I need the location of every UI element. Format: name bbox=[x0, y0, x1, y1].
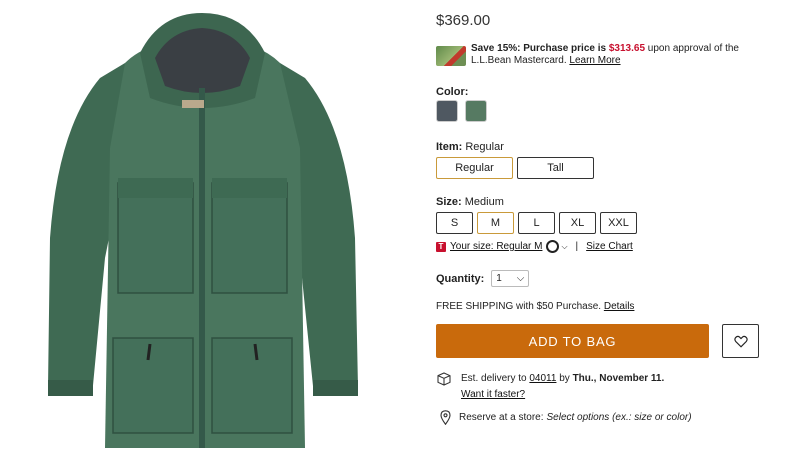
size-option-m[interactable]: M bbox=[477, 212, 514, 234]
color-swatch-gray[interactable] bbox=[436, 100, 458, 122]
delivery-prefix: Est. delivery to bbox=[461, 373, 527, 384]
wishlist-button[interactable] bbox=[722, 324, 759, 358]
want-it-faster-link[interactable]: Want it faster? bbox=[461, 387, 664, 403]
add-to-bag-button[interactable]: ADD TO BAG bbox=[436, 324, 709, 358]
item-label-text: Item: bbox=[436, 141, 463, 153]
heart-icon bbox=[733, 335, 748, 348]
item-options: Regular Tall bbox=[436, 157, 598, 179]
credit-card-promo: Save 15%: Purchase price is $313.65 upon… bbox=[436, 43, 751, 67]
item-option-regular[interactable]: Regular bbox=[436, 157, 513, 179]
your-size-row: T Your size: Regular M ⌵ | Size Chart bbox=[436, 240, 633, 253]
quantity-value: 1 bbox=[496, 273, 502, 284]
color-label: Color: bbox=[436, 86, 468, 98]
item-label: Item: Regular bbox=[436, 141, 504, 153]
shipping-details-link[interactable]: Details bbox=[604, 301, 635, 312]
size-options: S M L XL XXL bbox=[436, 212, 641, 234]
promo-discount-price: $313.65 bbox=[608, 43, 646, 54]
reserve-hint: Select options (ex.: size or color) bbox=[546, 412, 692, 423]
price: $369.00 bbox=[436, 12, 491, 29]
size-option-l[interactable]: L bbox=[518, 212, 555, 234]
quantity-row: Quantity: 1 ⌵ bbox=[436, 270, 530, 287]
shipping-text: FREE SHIPPING with $50 Purchase. bbox=[436, 301, 602, 312]
chevron-down-icon[interactable]: ⌵ bbox=[561, 242, 567, 252]
credit-card-icon bbox=[436, 46, 466, 66]
quantity-select[interactable]: 1 ⌵ bbox=[491, 270, 530, 287]
divider: | bbox=[575, 241, 579, 252]
size-chart-link[interactable]: Size Chart bbox=[586, 241, 633, 252]
your-size-link[interactable]: Your size: Regular M bbox=[450, 241, 542, 252]
jacket-illustration bbox=[48, 13, 358, 448]
size-label-text: Size: bbox=[436, 196, 462, 208]
size-option-xl[interactable]: XL bbox=[559, 212, 596, 234]
size-selected-value: Medium bbox=[464, 196, 504, 208]
location-pin-icon bbox=[440, 410, 451, 425]
package-box-icon bbox=[437, 372, 451, 386]
true-fit-icon: T bbox=[436, 241, 446, 252]
reserve-prefix: Reserve at a store: bbox=[459, 412, 544, 423]
chevron-down-icon: ⌵ bbox=[516, 273, 525, 284]
delivery-info: Est. delivery to 04011 by Thu., November… bbox=[436, 371, 664, 403]
item-option-tall[interactable]: Tall bbox=[517, 157, 594, 179]
color-swatches bbox=[436, 100, 494, 122]
reserve-at-store: Reserve at a store: Select options (ex.:… bbox=[440, 410, 692, 425]
delivery-date: Thu., November 11. bbox=[572, 373, 665, 384]
delivery-zip-link[interactable]: 04011 bbox=[529, 373, 556, 384]
size-option-s[interactable]: S bbox=[436, 212, 473, 234]
learn-more-link[interactable]: Learn More bbox=[569, 55, 620, 66]
delivery-by: by bbox=[559, 373, 570, 384]
size-option-xxl[interactable]: XXL bbox=[600, 212, 637, 234]
product-image[interactable] bbox=[30, 8, 375, 460]
color-label-text: Color: bbox=[436, 86, 469, 98]
promo-bold-prefix: Save 15%: Purchase price is bbox=[471, 43, 607, 54]
quantity-label: Quantity: bbox=[436, 272, 485, 285]
delivery-text: Est. delivery to 04011 by Thu., November… bbox=[461, 371, 664, 403]
promo-text: Save 15%: Purchase price is $313.65 upon… bbox=[471, 43, 751, 67]
size-label: Size: Medium bbox=[436, 196, 504, 208]
shipping-info: FREE SHIPPING with $50 Purchase. Details bbox=[436, 301, 634, 312]
user-avatar-icon[interactable] bbox=[546, 240, 560, 253]
color-swatch-green[interactable] bbox=[465, 100, 487, 122]
item-selected-value: Regular bbox=[465, 141, 504, 153]
